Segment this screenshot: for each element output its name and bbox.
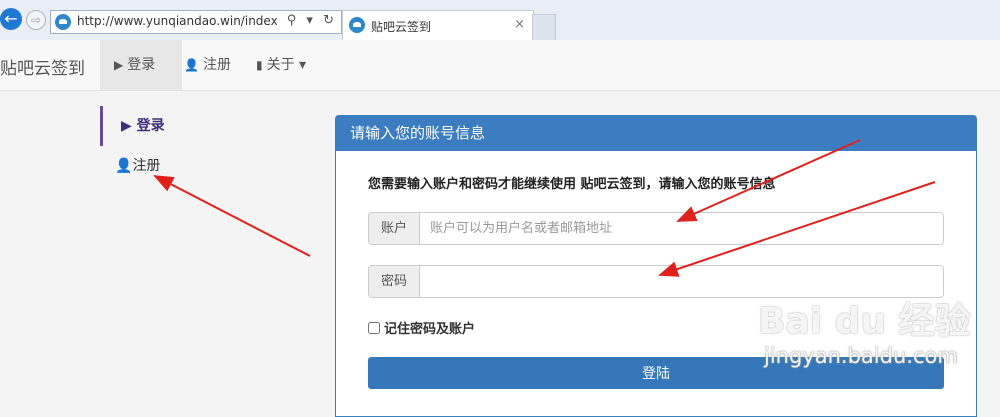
account-label: 账户: [369, 213, 420, 244]
sidebar-item-login[interactable]: ▶ 登录: [100, 106, 300, 146]
back-arrow-icon: ←: [4, 9, 18, 28]
sidebar-item-register[interactable]: 👤注册: [100, 146, 300, 186]
nav-register[interactable]: 👤 注册: [184, 40, 231, 90]
forward-button[interactable]: ⇨: [26, 10, 46, 30]
panel-title: 请输入您的账号信息: [336, 116, 976, 151]
nav-register-label: 注册: [202, 57, 231, 73]
app-navbar: 贴吧云签到 ▶ 登录 👤 注册 ▮ 关于 ▾: [0, 40, 1000, 91]
watermark-url: jingyan.baidu.com: [764, 344, 958, 368]
new-tab-button[interactable]: [532, 14, 556, 41]
sidebar-item-label: 注册: [132, 158, 161, 174]
arrow-to-register: [153, 175, 311, 257]
forward-arrow-icon: ⇨: [30, 13, 42, 27]
browser-chrome: ← ⇨ http://www.yunqiandao.win/index.ph ⚲…: [0, 0, 1000, 41]
play-icon: ▶: [121, 118, 132, 134]
tab-favicon-icon: [349, 17, 365, 33]
watermark-logo: Bai du 经验: [758, 301, 971, 342]
address-bar[interactable]: http://www.yunqiandao.win/index.ph ⚲ ▾ ↻: [50, 10, 342, 34]
nav-login-label: 登录: [127, 57, 156, 73]
nav-about-dropdown[interactable]: ▮ 关于 ▾: [256, 40, 306, 90]
password-label: 密码: [369, 266, 420, 297]
account-input-group: 账户: [368, 212, 944, 245]
address-url[interactable]: http://www.yunqiandao.win/index.ph: [77, 14, 277, 28]
nav-login[interactable]: ▶ 登录: [100, 40, 182, 90]
remember-checkbox[interactable]: [368, 321, 380, 334]
browser-tab[interactable]: 贴吧云签到 ×: [342, 10, 534, 41]
user-icon: 👤: [184, 58, 199, 72]
tab-title: 贴吧云签到: [371, 20, 432, 34]
side-nav: ▶ 登录 👤注册: [100, 106, 300, 186]
address-tools[interactable]: ⚲ ▾ ↻: [287, 13, 337, 28]
book-icon: ▮: [256, 58, 263, 72]
back-button[interactable]: ←: [0, 8, 22, 30]
tab-close-icon[interactable]: ×: [514, 17, 525, 32]
site-favicon-icon: [55, 14, 71, 30]
panel-description: 您需要输入账户和密码才能继续使用 贴吧云签到，请输入您的账号信息: [368, 177, 776, 192]
play-icon: ▶: [114, 58, 124, 72]
brand-title[interactable]: 贴吧云签到: [0, 54, 85, 79]
nav-about-label: 关于 ▾: [266, 57, 307, 73]
baidu-watermark: Bai du 经验 jingyan.baidu.com: [748, 286, 998, 386]
user-icon: 👤: [115, 158, 133, 174]
remember-label: 记住密码及账户: [384, 322, 476, 337]
account-input[interactable]: [420, 213, 943, 244]
sidebar-item-label: 登录: [136, 118, 165, 134]
